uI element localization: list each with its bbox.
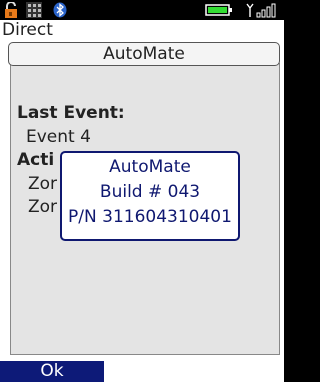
keypad-icon — [26, 2, 42, 18]
bluetooth-icon — [53, 2, 67, 18]
screen-edge — [284, 0, 289, 382]
zone-item: Zor — [28, 197, 58, 217]
lock-icon — [5, 2, 17, 18]
ok-softkey[interactable]: Ok — [0, 361, 104, 382]
mode-label: Direct — [2, 20, 53, 40]
last-event-value: Event 4 — [26, 127, 91, 147]
about-popup: AutoMate Build # 043 P/N 311604310401 — [60, 151, 240, 241]
device-screen: Direct AutoMate Last Event: Event 4 Acti… — [0, 0, 284, 382]
active-heading: Acti — [17, 150, 55, 170]
signal-icon — [246, 3, 276, 18]
popup-build-number: Build # 043 — [99, 182, 201, 202]
popup-part-number: P/N 311604310401 — [68, 207, 232, 227]
status-bar — [0, 0, 284, 20]
zone-item: Zor — [28, 174, 58, 194]
last-event-heading: Last Event: — [17, 103, 125, 123]
app-title-bar: AutoMate — [8, 42, 280, 66]
popup-app-name: AutoMate — [109, 157, 191, 177]
battery-icon — [205, 4, 232, 16]
softkey-bar: Ok — [0, 361, 284, 382]
